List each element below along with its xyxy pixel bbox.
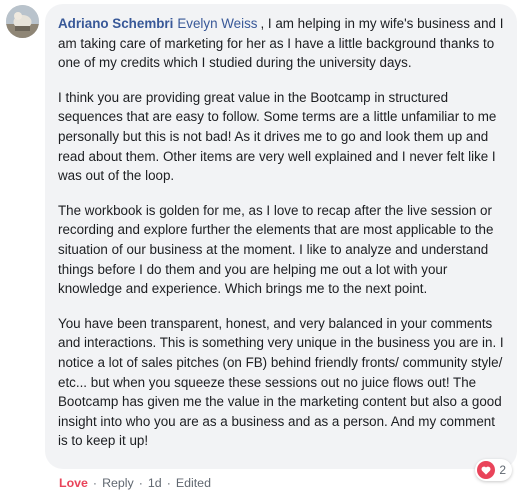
mention-link[interactable]: Evelyn Weiss: [177, 16, 257, 31]
reaction-count-button[interactable]: 2: [475, 459, 512, 481]
timestamp-link[interactable]: 1d: [148, 476, 162, 490]
heart-icon: [477, 461, 496, 479]
avatar-photo: [6, 5, 39, 38]
reaction-count: 2: [499, 463, 506, 477]
separator-dot: ·: [166, 476, 171, 490]
comment-paragraph-2: I think you are providing great value in…: [58, 89, 497, 184]
avatar[interactable]: [6, 5, 39, 38]
comment-paragraph-4: You have been transparent, honest, and v…: [58, 315, 504, 449]
comment-paragraph-1: Adriano Schembri Evelyn Weiss, I am helpi…: [58, 14, 505, 73]
separator-dot: ·: [138, 476, 143, 490]
edited-label[interactable]: Edited: [176, 476, 211, 490]
comment-actions: Love · Reply · 1d · Edited: [59, 476, 211, 490]
comment-paragraph-3: The workbook is golden for me, as I love…: [58, 202, 494, 297]
separator-dot: ·: [92, 476, 98, 490]
comment-bubble: Adriano Schembri Evelyn Weiss, I am helpi…: [45, 4, 517, 481]
love-button[interactable]: Love: [59, 476, 88, 490]
comment-author-link[interactable]: Adriano Schembri: [58, 16, 173, 31]
reply-button[interactable]: Reply: [102, 476, 134, 490]
